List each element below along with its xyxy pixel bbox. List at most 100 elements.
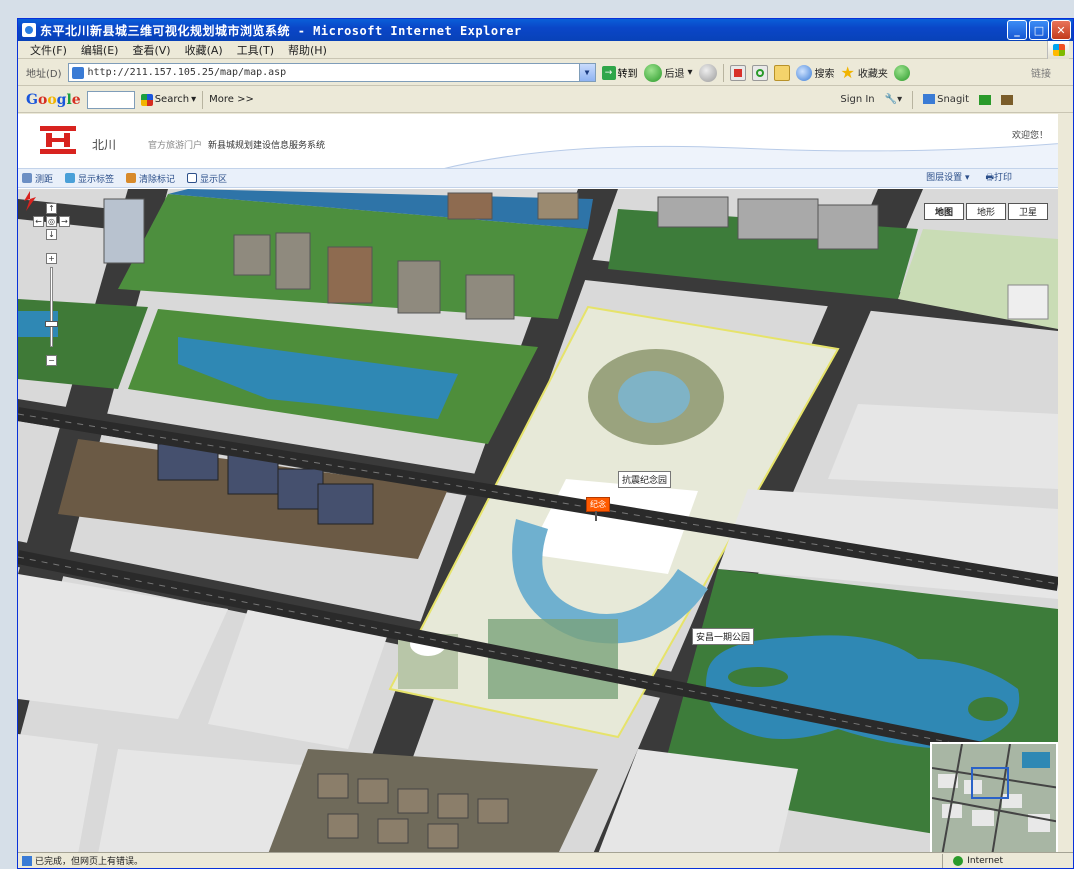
address-url: http://211.157.105.25/map/map.asp [87,67,287,78]
minimize-button[interactable]: _ [1007,20,1027,40]
tool-labels[interactable]: 显示标签 [65,172,114,185]
tool-measure[interactable]: 测距 [22,172,53,185]
print-button[interactable]: 🖶打印 [985,170,1012,186]
site-logo [40,126,76,154]
search-label: 搜索 [814,69,835,80]
site-brand: 北川 [92,138,117,152]
menu-edit[interactable]: 编辑(E) [81,42,119,58]
google-search-button[interactable]: Search ▾ [140,93,196,106]
history-icon[interactable] [893,64,910,81]
google-g-icon [140,93,153,106]
tool-clear-label: 清除标记 [139,174,176,185]
park-label[interactable]: 安昌一期公园 [692,628,755,645]
snagit-capture-icon[interactable] [979,94,991,105]
status-page-icon [22,855,32,866]
go-label: 转到 [617,69,638,80]
links-button[interactable]: 链接 [1031,65,1051,80]
google-search-label: Search [154,94,190,105]
tool-area[interactable]: 显示区 [187,172,227,185]
map-type-switcher: 地图 地形 卫星 [923,203,1048,220]
tool-labels-label: 显示标签 [78,174,115,185]
pan-up-button[interactable]: ↑ [46,203,57,214]
map-type-satellite[interactable]: 卫星 [1007,203,1048,220]
search-icon [795,64,812,81]
zoom-out-button[interactable]: − [46,355,57,366]
menu-view[interactable]: 查看(V) [132,42,170,58]
zoom-slider-thumb[interactable] [45,321,58,327]
map-view[interactable]: ↑ ← ◎ → ↓ + − 地图 地形 卫星 抗震纪念园 纪念 安昌一期公园 [18,189,1058,854]
site-subtitle: 新县城规划建设信息服务系统 [208,141,326,151]
print-label: 打印 [993,173,1012,183]
map-brand-logo [24,191,36,211]
snagit-grid-icon[interactable] [1001,94,1013,105]
stop-icon[interactable] [729,64,746,81]
zoom-in-button[interactable]: + [46,253,57,264]
menu-file[interactable]: 文件(F) [30,42,67,58]
search-button[interactable]: 搜索 [795,64,835,81]
overview-canvas[interactable] [932,744,1058,854]
links-label: 链接 [1031,69,1051,80]
star-icon: ★ [840,63,855,82]
more-button[interactable]: More >> [209,94,254,105]
google-search-input[interactable] [86,90,135,109]
plaza-label[interactable]: 抗震纪念园 [618,471,672,488]
windows-logo-icon [1047,41,1069,59]
site-header: 北川 官方旅游门户 新县城规划建设信息服务系统 欢迎您！ [18,114,1058,170]
go-arrow-icon: → [601,65,616,80]
back-button[interactable]: 后退 ▾ [643,63,693,82]
site-brand-sub: 官方旅游门户 [148,141,203,151]
overview-map[interactable] [930,742,1058,854]
back-label: 后退 [664,69,685,80]
area-icon [187,173,198,183]
menu-bar: 文件(F) 编辑(E) 查看(V) 收藏(A) 工具(T) 帮助(H) [18,41,1073,59]
address-dropdown-icon[interactable]: ▼ [578,64,595,81]
label-icon [65,173,76,183]
printer-icon: 🖶 [985,173,994,183]
tool-area-label: 显示区 [200,174,228,185]
page-icon [71,66,84,79]
menu-help[interactable]: 帮助(H) [288,42,327,58]
zoom-slider[interactable] [50,267,53,347]
address-input[interactable]: http://211.157.105.25/map/map.asp ▼ [67,63,596,82]
go-button[interactable]: → 转到 [601,65,638,80]
map-type-map[interactable]: 地图 [923,203,964,220]
tool-clear[interactable]: 清除标记 [126,172,175,185]
forward-button[interactable] [698,63,717,82]
zone-indicator: Internet [953,855,1003,866]
pan-center-button[interactable]: ◎ [46,216,57,227]
back-icon [643,63,662,82]
ie-icon [22,23,36,37]
google-toolbar: Google Search ▾ More >> Sign In 🔧▾ Snagit [18,87,1073,113]
status-text: 已完成，但网页上有错误。 [35,857,144,867]
snagit-button[interactable]: Snagit [923,94,969,105]
pan-down-button[interactable]: ↓ [46,229,57,240]
map-type-terrain[interactable]: 地形 [965,203,1006,220]
tool-measure-label: 测距 [35,174,54,185]
wrench-icon[interactable]: 🔧▾ [885,94,902,105]
title-bar[interactable]: 东平北川新县城三维可视化规划城市浏览系统 - Microsoft Interne… [18,19,1073,41]
status-bar: 已完成，但网页上有错误。 Internet [18,852,1073,868]
home-icon[interactable] [773,64,790,81]
sign-in-link[interactable]: Sign In [840,94,874,105]
back-dropdown-icon: ▾ [687,67,693,78]
user-link[interactable]: 欢迎您！ [1012,128,1048,141]
window-title: 东平北川新县城三维可视化规划城市浏览系统 - Microsoft Interne… [40,23,522,38]
layer-settings-button[interactable]: 图层设置 ▾ [926,170,969,186]
layer-settings-label: 图层设置 [926,173,963,183]
snagit-label: Snagit [937,94,969,105]
pan-right-button[interactable]: → [59,216,70,227]
browser-window: 东平北川新县城三维可视化规划城市浏览系统 - Microsoft Interne… [17,18,1074,869]
favorites-button[interactable]: ★ 收藏夹 [841,63,888,82]
internet-zone-icon [953,855,964,866]
favorites-label: 收藏夹 [857,69,888,80]
maximize-button[interactable]: □ [1029,20,1049,40]
pan-left-button[interactable]: ← [33,216,44,227]
menu-tools[interactable]: 工具(T) [237,42,274,58]
close-button[interactable]: ✕ [1051,20,1071,40]
menu-favorites[interactable]: 收藏(A) [185,42,223,58]
flag-marker[interactable]: 纪念 [586,497,610,521]
address-bar: 地址(D) http://211.157.105.25/map/map.asp … [18,60,1073,86]
refresh-icon[interactable] [751,64,768,81]
map-canvas[interactable] [18,189,1058,854]
map-toolbar: 测距 显示标签 清除标记 显示区 图层设置 ▾ 🖶打印 [18,168,1058,188]
